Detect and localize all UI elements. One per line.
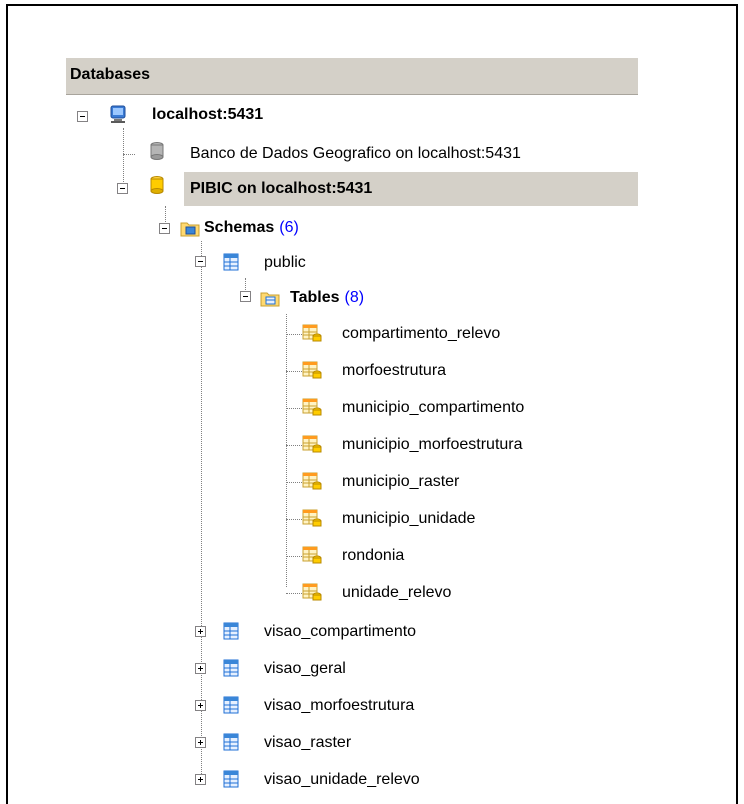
table-label: compartimento_relevo xyxy=(342,325,501,342)
table-icon xyxy=(302,434,322,454)
public-expander[interactable] xyxy=(195,256,206,267)
tree-node-table[interactable]: municipio_morfoestrutura xyxy=(342,433,523,457)
schema-expander[interactable] xyxy=(195,700,206,711)
tree-line xyxy=(123,154,135,155)
tables-expander[interactable] xyxy=(240,291,251,302)
databases-header: Databases xyxy=(66,58,638,95)
pibic-expander[interactable] xyxy=(117,183,128,194)
tree-node-schema-public[interactable]: public xyxy=(264,251,306,275)
schema-label: visao_morfoestrutura xyxy=(264,697,415,714)
database-icon xyxy=(150,142,164,160)
table-label: municipio_raster xyxy=(342,473,460,490)
server-expander[interactable] xyxy=(77,111,88,122)
table-label: municipio_compartimento xyxy=(342,399,525,416)
tree-node-schema[interactable]: visao_compartimento xyxy=(264,620,416,644)
tree-node-server[interactable]: localhost:5431 xyxy=(152,103,263,127)
tree-node-schema[interactable]: visao_morfoestrutura xyxy=(264,694,414,718)
tree-node-table[interactable]: morfoestrutura xyxy=(342,359,446,383)
table-icon xyxy=(302,471,322,491)
table-icon xyxy=(302,582,322,602)
schema-expander[interactable] xyxy=(195,626,206,637)
tree-node-table[interactable]: rondonia xyxy=(342,544,404,568)
tree-node-tables[interactable]: Tables (8) xyxy=(290,286,364,310)
tables-folder-icon xyxy=(260,292,280,307)
tree-node-schema[interactable]: visao_geral xyxy=(264,657,346,681)
panel-title: Databases xyxy=(70,66,151,83)
tree-node-db-pibic[interactable]: PIBIC on localhost:5431 xyxy=(190,177,372,201)
table-label: morfoestrutura xyxy=(342,362,447,379)
schema-label: visao_geral xyxy=(264,660,346,677)
schema-icon xyxy=(221,732,241,752)
schema-label: visao_unidade_relevo xyxy=(264,771,420,788)
schema-expander[interactable] xyxy=(195,737,206,748)
server-icon xyxy=(110,105,126,123)
tree-node-table[interactable]: compartimento_relevo xyxy=(342,322,500,346)
schema-expander[interactable] xyxy=(195,774,206,785)
tree-line xyxy=(201,241,202,774)
database-icon xyxy=(150,176,164,194)
schemas-folder-icon xyxy=(180,222,200,237)
tree-node-schema[interactable]: visao_unidade_relevo xyxy=(264,768,420,792)
schema-label: visao_compartimento xyxy=(264,623,417,640)
tree-node-table[interactable]: unidade_relevo xyxy=(342,581,451,605)
table-icon xyxy=(302,360,322,380)
tree-node-table[interactable]: municipio_compartimento xyxy=(342,396,524,420)
table-icon xyxy=(302,397,322,417)
tree-node-db-geo[interactable]: Banco de Dados Geografico on localhost:5… xyxy=(190,142,521,166)
table-icon xyxy=(302,508,322,528)
schema-icon xyxy=(223,253,239,271)
schema-icon xyxy=(221,769,241,789)
schema-icon xyxy=(221,621,241,641)
schemas-expander[interactable] xyxy=(159,223,170,234)
tree-node-schema[interactable]: visao_raster xyxy=(264,731,351,755)
tree-node-schemas[interactable]: Schemas (6) xyxy=(204,216,299,240)
schema-label: visao_raster xyxy=(264,734,352,751)
table-icon xyxy=(302,545,322,565)
table-icon xyxy=(302,323,322,343)
table-label: municipio_unidade xyxy=(342,510,476,527)
tree-line xyxy=(123,128,124,184)
tree-node-table[interactable]: municipio_unidade xyxy=(342,507,475,531)
schema-icon xyxy=(221,658,241,678)
tree-node-table[interactable]: municipio_raster xyxy=(342,470,459,494)
table-label: rondonia xyxy=(342,547,405,564)
schema-expander[interactable] xyxy=(195,663,206,674)
schema-icon xyxy=(221,695,241,715)
table-label: municipio_morfoestrutura xyxy=(342,436,523,453)
tree-line xyxy=(286,314,287,587)
table-label: unidade_relevo xyxy=(342,584,452,601)
